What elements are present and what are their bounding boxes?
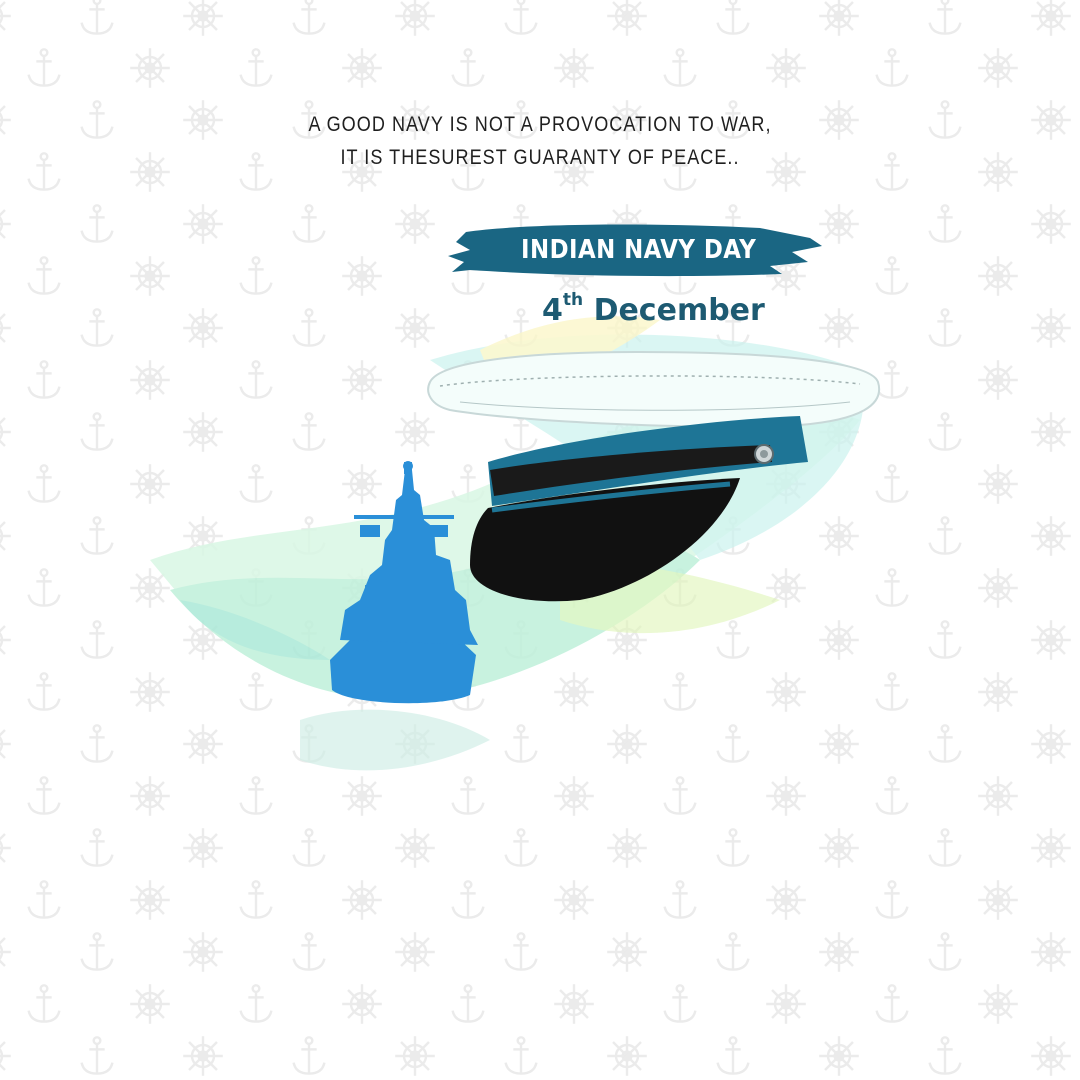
- date-suffix: th: [562, 290, 584, 310]
- event-date: 4th December: [542, 290, 765, 339]
- banner-title: INDIAN NAVY DAY: [521, 235, 757, 265]
- date-month: December: [593, 293, 765, 328]
- navy-day-banner: INDIAN NAVY DAY: [446, 218, 826, 282]
- navy-illustration: [150, 224, 881, 771]
- date-day: 4: [542, 293, 563, 328]
